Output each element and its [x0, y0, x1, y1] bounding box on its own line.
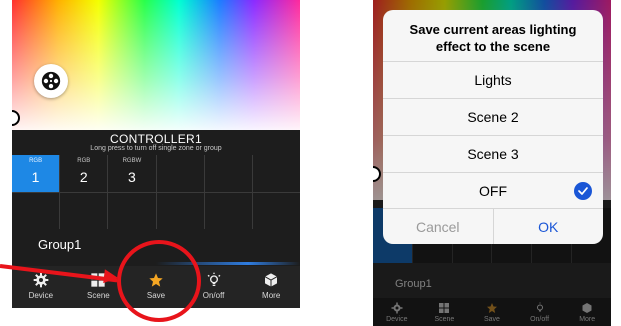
option-scene-3[interactable]: Scene 3: [383, 135, 603, 172]
controller-title: CONTROLLER1: [110, 132, 202, 146]
zone-empty[interactable]: [156, 192, 204, 229]
zone-number: 3: [128, 169, 136, 185]
zone-empty[interactable]: [252, 192, 300, 229]
zone-type: RGBW: [122, 158, 142, 164]
zone-type: RGB: [77, 158, 91, 164]
zone-empty[interactable]: [108, 192, 156, 229]
option-label: Scene 3: [467, 146, 519, 162]
tab-label: On/off: [202, 291, 225, 300]
annotation-circle: [117, 240, 201, 322]
option-label: Lights: [474, 72, 512, 88]
ok-button[interactable]: OK: [494, 209, 604, 244]
option-lights[interactable]: Lights: [383, 61, 603, 98]
dialog-title: Save current areas lighting effect to th…: [409, 22, 577, 54]
bulb-icon: [206, 272, 222, 288]
zone-empty[interactable]: [60, 192, 108, 229]
zone-2[interactable]: RGB 2: [60, 155, 108, 192]
zone-3[interactable]: RGBW 3: [108, 155, 156, 192]
zone-empty[interactable]: [204, 192, 252, 229]
tab-more[interactable]: More: [242, 266, 300, 308]
save-scene-dialog: Save current areas lighting effect to th…: [383, 10, 603, 244]
scene-options-list: Lights Scene 2 Scene 3 OFF: [383, 61, 603, 209]
zone-empty[interactable]: [156, 155, 204, 192]
film-reel-button[interactable]: [34, 64, 68, 98]
tab-label: Device: [28, 291, 54, 300]
zone-empty[interactable]: [204, 155, 252, 192]
zone-grid: RGB 1 RGB 2 RGBW 3: [12, 155, 300, 229]
option-off[interactable]: OFF: [383, 172, 603, 209]
zone-type: RGB: [29, 158, 43, 164]
gear-icon: [33, 272, 49, 288]
controller-hint: Long press to turn off single zone or gr…: [90, 145, 222, 152]
right-phone-screen: Group1 Device Scene Save On/off More Sav…: [373, 0, 611, 326]
option-scene-2[interactable]: Scene 2: [383, 98, 603, 135]
dialog-buttons: Cancel OK: [383, 208, 603, 244]
zone-empty[interactable]: [252, 155, 300, 192]
film-reel-icon: [41, 71, 61, 91]
option-label: OFF: [479, 183, 507, 199]
zone-number: 2: [79, 169, 88, 185]
cancel-button[interactable]: Cancel: [383, 209, 494, 244]
group-label[interactable]: Group1: [38, 237, 81, 252]
checkmark-icon: [574, 182, 592, 200]
cube-icon: [263, 272, 279, 288]
zone-empty[interactable]: [12, 192, 60, 229]
zone-1[interactable]: RGB 1: [12, 155, 60, 192]
option-label: Scene 2: [467, 109, 519, 125]
zone-number: 1: [31, 169, 40, 185]
tab-label: More: [262, 291, 281, 300]
tab-label: Scene: [87, 291, 110, 300]
